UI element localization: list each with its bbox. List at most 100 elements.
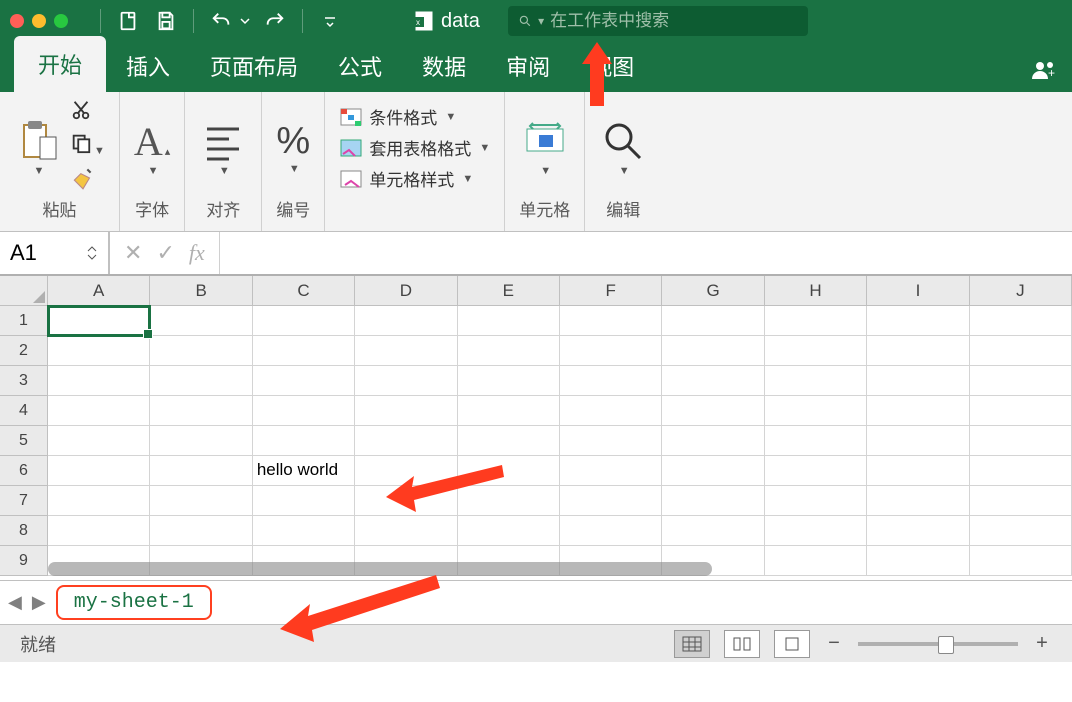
cell-I4[interactable] <box>867 396 969 426</box>
col-header-G[interactable]: G <box>662 276 764 306</box>
cell-G2[interactable] <box>662 336 764 366</box>
col-header-C[interactable]: C <box>253 276 355 306</box>
cell-H5[interactable] <box>765 426 867 456</box>
row-header-3[interactable]: 3 <box>0 366 48 396</box>
cell-D3[interactable] <box>355 366 457 396</box>
cell-E3[interactable] <box>458 366 560 396</box>
cell-H4[interactable] <box>765 396 867 426</box>
cell-E2[interactable] <box>458 336 560 366</box>
tab-data[interactable]: 数据 <box>402 40 486 92</box>
tab-view[interactable]: 视图 <box>570 40 654 92</box>
cell-D8[interactable] <box>355 516 457 546</box>
cell-F8[interactable] <box>560 516 662 546</box>
cell-B8[interactable] <box>150 516 252 546</box>
cell-C5[interactable] <box>253 426 355 456</box>
cell-D7[interactable] <box>355 486 457 516</box>
cell-J1[interactable] <box>970 306 1072 336</box>
cell-I1[interactable] <box>867 306 969 336</box>
maximize-window-button[interactable] <box>54 14 68 28</box>
cancel-formula-icon[interactable]: ✕ <box>124 240 142 266</box>
cell-I8[interactable] <box>867 516 969 546</box>
namebox-stepper[interactable] <box>86 245 98 261</box>
cell-A2[interactable] <box>48 336 150 366</box>
cell-I5[interactable] <box>867 426 969 456</box>
undo-dropdown-icon[interactable] <box>238 6 252 36</box>
cell-I3[interactable] <box>867 366 969 396</box>
select-all-corner[interactable] <box>0 276 48 306</box>
cell-A3[interactable] <box>48 366 150 396</box>
tab-page-layout[interactable]: 页面布局 <box>190 40 318 92</box>
spreadsheet-grid[interactable]: ABCDEFGHIJ 123456789 hello world <box>0 276 1072 580</box>
cell-C1[interactable] <box>253 306 355 336</box>
cell-C7[interactable] <box>253 486 355 516</box>
cell-H6[interactable] <box>765 456 867 486</box>
row-header-1[interactable]: 1 <box>0 306 48 336</box>
cell-C3[interactable] <box>253 366 355 396</box>
cell-J6[interactable] <box>970 456 1072 486</box>
cell-B3[interactable] <box>150 366 252 396</box>
column-headers[interactable]: ABCDEFGHIJ <box>48 276 1072 306</box>
editing-button[interactable]: ▼ <box>599 117 647 177</box>
cell-G3[interactable] <box>662 366 764 396</box>
zoom-out-button[interactable]: − <box>824 632 844 655</box>
col-header-H[interactable]: H <box>765 276 867 306</box>
col-header-E[interactable]: E <box>458 276 560 306</box>
cell-A7[interactable] <box>48 486 150 516</box>
cell-A8[interactable] <box>48 516 150 546</box>
cell-J7[interactable] <box>970 486 1072 516</box>
cell-E4[interactable] <box>458 396 560 426</box>
cell-H2[interactable] <box>765 336 867 366</box>
view-normal-icon[interactable] <box>674 630 710 658</box>
cell-H1[interactable] <box>765 306 867 336</box>
cell-G6[interactable] <box>662 456 764 486</box>
number-format-button[interactable]: % ▼ <box>276 120 310 175</box>
view-page-break-icon[interactable] <box>774 630 810 658</box>
cell-I2[interactable] <box>867 336 969 366</box>
cell-E7[interactable] <box>458 486 560 516</box>
cell-B1[interactable] <box>150 306 252 336</box>
redo-icon[interactable] <box>260 6 290 36</box>
col-header-A[interactable]: A <box>48 276 150 306</box>
cell-H7[interactable] <box>765 486 867 516</box>
cell-C4[interactable] <box>253 396 355 426</box>
cell-H8[interactable] <box>765 516 867 546</box>
zoom-in-button[interactable]: + <box>1032 632 1052 655</box>
cell-F4[interactable] <box>560 396 662 426</box>
name-box[interactable]: A1 <box>0 232 110 274</box>
cell-F1[interactable] <box>560 306 662 336</box>
cell-F6[interactable] <box>560 456 662 486</box>
cell-A6[interactable] <box>48 456 150 486</box>
cell-F3[interactable] <box>560 366 662 396</box>
fx-icon[interactable]: fx <box>189 240 205 266</box>
cell-D6[interactable] <box>355 456 457 486</box>
col-header-B[interactable]: B <box>150 276 252 306</box>
share-button[interactable]: + <box>1016 51 1072 92</box>
cell-J4[interactable] <box>970 396 1072 426</box>
cell-A1[interactable] <box>48 306 150 336</box>
col-header-F[interactable]: F <box>560 276 662 306</box>
col-header-J[interactable]: J <box>970 276 1072 306</box>
cell-G8[interactable] <box>662 516 764 546</box>
new-file-icon[interactable] <box>113 6 143 36</box>
cell-A4[interactable] <box>48 396 150 426</box>
cell-D5[interactable] <box>355 426 457 456</box>
minimize-window-button[interactable] <box>32 14 46 28</box>
search-box[interactable]: ▾ <box>508 6 808 36</box>
cell-F5[interactable] <box>560 426 662 456</box>
cell-B2[interactable] <box>150 336 252 366</box>
cell-I7[interactable] <box>867 486 969 516</box>
cell-G5[interactable] <box>662 426 764 456</box>
cell-I6[interactable] <box>867 456 969 486</box>
cell-J8[interactable] <box>970 516 1072 546</box>
cell-F7[interactable] <box>560 486 662 516</box>
undo-icon[interactable] <box>206 6 236 36</box>
cell-B6[interactable] <box>150 456 252 486</box>
horizontal-scrollbar[interactable] <box>48 562 712 576</box>
cell-G7[interactable] <box>662 486 764 516</box>
conditional-formatting-button[interactable]: 条件格式▼ <box>339 104 490 129</box>
cell-J3[interactable] <box>970 366 1072 396</box>
cell-B4[interactable] <box>150 396 252 426</box>
paste-button[interactable]: ▼ <box>14 117 62 177</box>
cell-J9[interactable] <box>970 546 1072 576</box>
cell-B5[interactable] <box>150 426 252 456</box>
